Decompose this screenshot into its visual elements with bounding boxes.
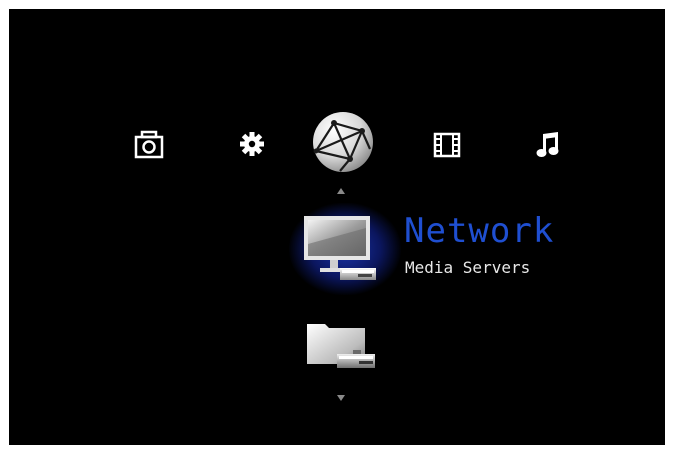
- scroll-down-arrow-icon[interactable]: [337, 395, 345, 401]
- music-note-icon[interactable]: [536, 131, 562, 159]
- scroll-up-arrow-icon[interactable]: [337, 188, 345, 194]
- camera-icon[interactable]: [133, 130, 165, 160]
- gear-icon[interactable]: [239, 131, 265, 157]
- film-icon[interactable]: [433, 132, 461, 158]
- media-player-screen: Network Media Servers: [9, 9, 665, 445]
- item-subtitle: Media Servers: [405, 258, 531, 277]
- folder-network-icon[interactable]: [305, 320, 377, 376]
- item-title: Network: [404, 211, 555, 251]
- globe-icon[interactable]: [310, 109, 376, 175]
- monitor-network-icon[interactable]: [302, 214, 382, 286]
